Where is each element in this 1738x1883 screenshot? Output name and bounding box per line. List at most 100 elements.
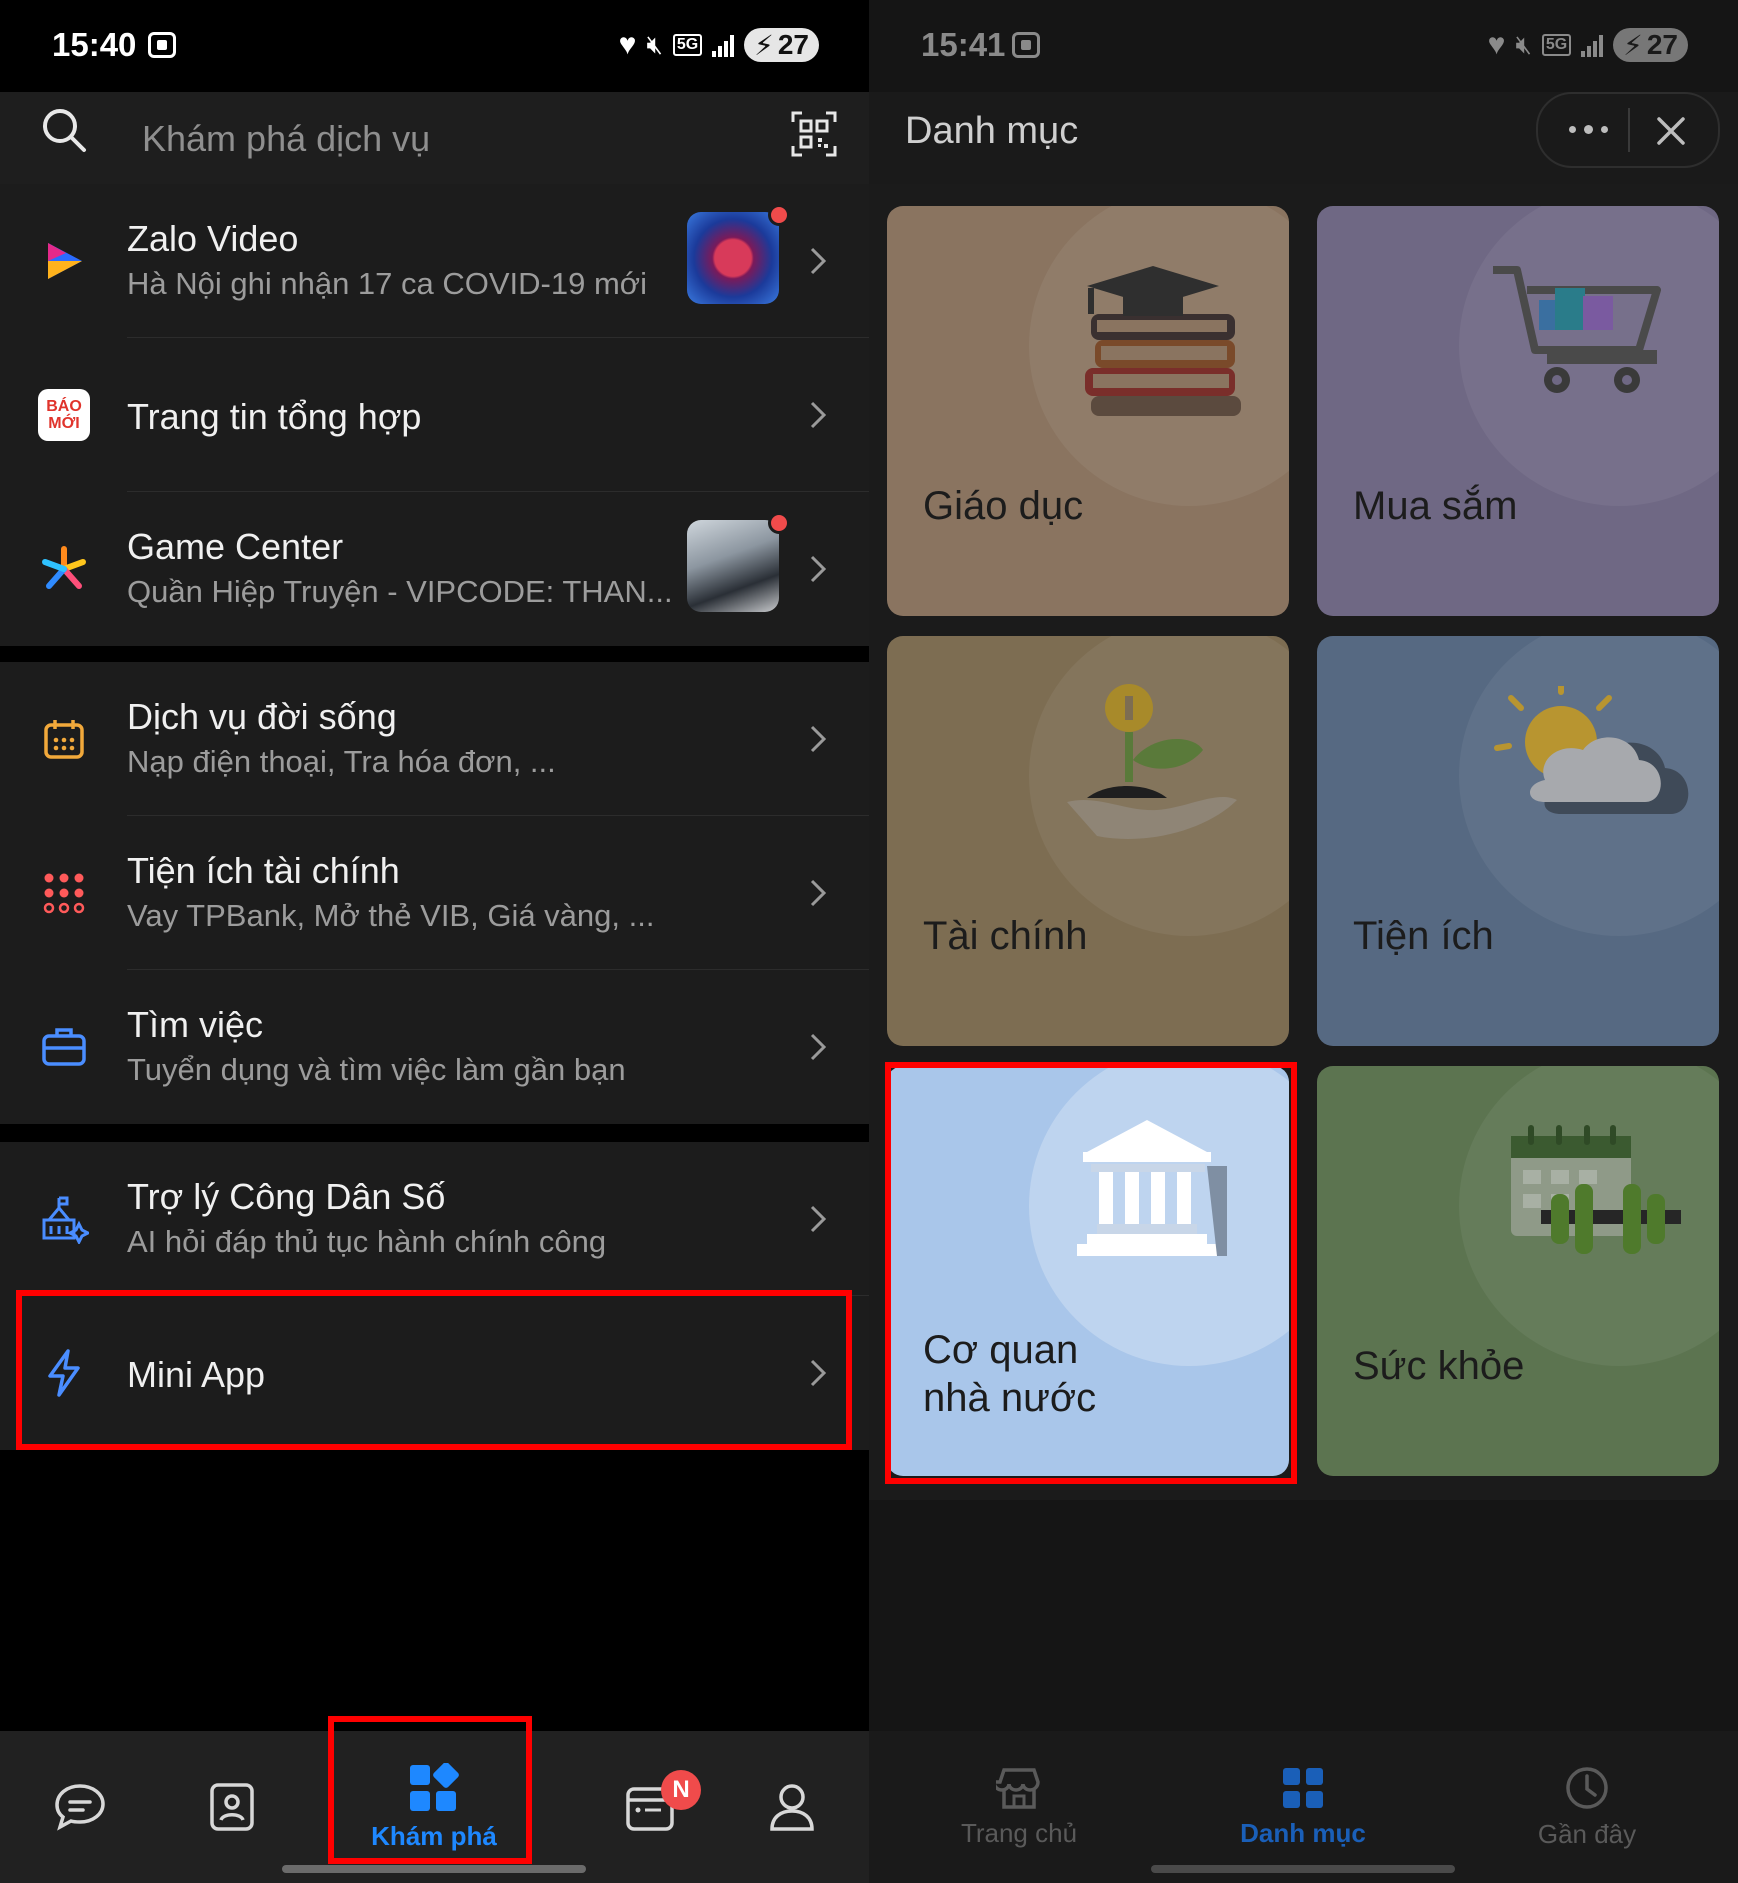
nav-profile[interactable] [764,1731,820,1883]
game-thumbnail [687,520,779,612]
mute-icon: 🔇︎ [1515,29,1532,59]
list-item-game-center[interactable]: Game Center Quần Hiệp Truyện - VIPCODE: … [0,492,869,646]
category-label: Sức khỏe [1353,1344,1525,1388]
home-indicator [1151,1865,1455,1873]
lightning-icon [36,1345,92,1401]
battery-indicator: ⚡ 27 [744,28,819,62]
item-title: Tìm việc [127,1004,264,1045]
5g-icon: 5G [1541,34,1572,56]
government-building-icon [1077,1120,1227,1256]
category-utilities[interactable]: Tiện ích [1317,636,1719,1046]
profile-icon [770,1784,814,1831]
nav-recent[interactable]: Gần đây [1467,1731,1707,1883]
chevron-right-icon [810,555,827,583]
store-icon [996,1767,1040,1809]
item-title: Dịch vụ đời sống [127,696,397,737]
item-subtitle: Tuyển dụng và tìm việc làm gần bạn [127,1052,626,1087]
bolt-icon: ⚡ [754,29,774,61]
category-screen: 15:41 ♥ 🔇︎ 5G ⚡ 27 Danh mục Giáo dục Mua… [869,0,1738,1883]
home-indicator [282,1865,586,1873]
category-grid: Giáo dục Mua sắm Tài chính Tiện ích Cơ q… [869,184,1738,1500]
list-item-life-services[interactable]: Dịch vụ đời sống Nạp điện thoại, Tra hóa… [0,662,869,816]
nav-timeline[interactable]: N [610,1731,701,1883]
item-title: Tiện ích tài chính [127,850,400,891]
notification-dot [768,512,790,534]
notification-dot [768,204,790,226]
category-grid-icon [1283,1767,1323,1808]
covid-thumbnail [687,212,779,304]
chevron-right-icon [810,725,827,753]
category-health[interactable]: Sức khỏe [1317,1066,1719,1476]
explore-screen: 15:40 ♥ 🔇︎ 5G ⚡ 27 Khám phá dịch vụ Zalo… [0,0,869,1883]
status-icons: ♥ 🔇︎ 5G ⚡ 27 [619,28,819,62]
timeline-badge: N [661,1770,701,1810]
shopping-cart-icon [1493,266,1661,393]
category-label-line1: Cơ quan [923,1328,1079,1372]
chevron-right-icon [810,247,827,275]
search-icon[interactable] [40,106,88,154]
calendar-icon [36,711,92,767]
nav-category-label: Danh mục [1240,1817,1366,1848]
category-finance[interactable]: Tài chính [887,636,1289,1046]
page-title: Danh mục [905,110,1079,152]
nav-explore[interactable]: Khám phá [330,1731,538,1883]
search-input[interactable] [140,112,744,166]
battery-level: 27 [1646,29,1678,60]
bottom-nav: Trang chủ Danh mục Gần đây [869,1731,1738,1883]
category-label: Tài chính [923,914,1088,958]
nav-contacts[interactable] [204,1731,260,1883]
tools-group: Trợ lý Công Dân Số AI hỏi đáp thủ tục hà… [0,1142,869,1450]
list-item-digital-citizen[interactable]: Trợ lý Công Dân Số AI hỏi đáp thủ tục hà… [0,1142,869,1296]
services-group: Dịch vụ đời sống Nạp điện thoại, Tra hóa… [0,662,869,1124]
header: Danh mục [869,92,1738,184]
close-icon[interactable] [1656,116,1686,146]
category-government[interactable]: Cơ quan nhà nước [887,1066,1289,1476]
item-subtitle: Quần Hiệp Truyện - VIPCODE: THAN... [127,574,673,609]
chevron-right-icon [810,1033,827,1061]
nav-home-label: Trang chủ [960,1817,1078,1848]
nav-category[interactable]: Danh mục [1183,1731,1423,1883]
search-bar [0,92,869,184]
list-item-mini-app[interactable]: Mini App [0,1296,869,1450]
category-label-line2: nhà nước [923,1376,1097,1420]
game-center-icon [36,541,92,597]
mute-icon: 🔇︎ [646,29,663,59]
item-title: Game Center [127,526,344,567]
bottom-nav: Khám phá N [0,1731,869,1883]
item-subtitle: Nạp điện thoại, Tra hóa đơn, ... [127,744,556,779]
list-item-news[interactable]: BÁO MỚI Trang tin tổng hợp [0,338,869,492]
nav-messages[interactable] [48,1731,112,1883]
chevron-right-icon [810,879,827,907]
status-bar: 15:40 ♥ 🔇︎ 5G ⚡ 27 [0,0,869,92]
zalo-video-icon [36,233,92,289]
category-education[interactable]: Giáo dục [887,206,1289,616]
heart-icon: ♥ [618,28,637,61]
contacts-icon [210,1783,254,1831]
more-icon[interactable] [1558,104,1618,154]
money-plant-icon [1067,684,1237,839]
category-label: Tiện ích [1353,914,1494,958]
chat-bubble-icon [55,1784,105,1831]
qr-scan-icon[interactable] [790,110,838,158]
baomoi-logo-icon: BÁO MỚI [38,389,90,441]
list-item-finance[interactable]: Tiện ích tài chính Vay TPBank, Mở thẻ VI… [0,816,869,970]
item-title: Mini App [127,1354,266,1395]
heart-icon: ♥ [1487,28,1506,61]
status-icons: ♥ 🔇︎ 5G ⚡ 27 [1488,28,1688,62]
chevron-right-icon [810,1205,827,1233]
screenshot-icon [1012,32,1040,58]
bolt-icon: ⚡ [1623,29,1643,61]
item-subtitle: Vay TPBank, Mở thẻ VIB, Giá vàng, ... [127,898,655,933]
clock-icon [1566,1766,1608,1809]
nav-explore-label: Khám phá [371,1820,497,1851]
list-item-jobs[interactable]: Tìm việc Tuyển dụng và tìm việc làm gần … [0,970,869,1124]
battery-level: 27 [777,29,809,60]
citizen-assistant-icon [36,1191,92,1247]
list-item-zalo-video[interactable]: Zalo Video Hà Nội ghi nhận 17 ca COVID-1… [0,184,869,338]
nav-home[interactable]: Trang chủ [899,1731,1139,1883]
signal-icon [712,33,735,57]
finance-dots-icon [36,865,92,921]
item-title: Zalo Video [127,218,299,259]
category-shopping[interactable]: Mua sắm [1317,206,1719,616]
briefcase-icon [36,1019,92,1075]
